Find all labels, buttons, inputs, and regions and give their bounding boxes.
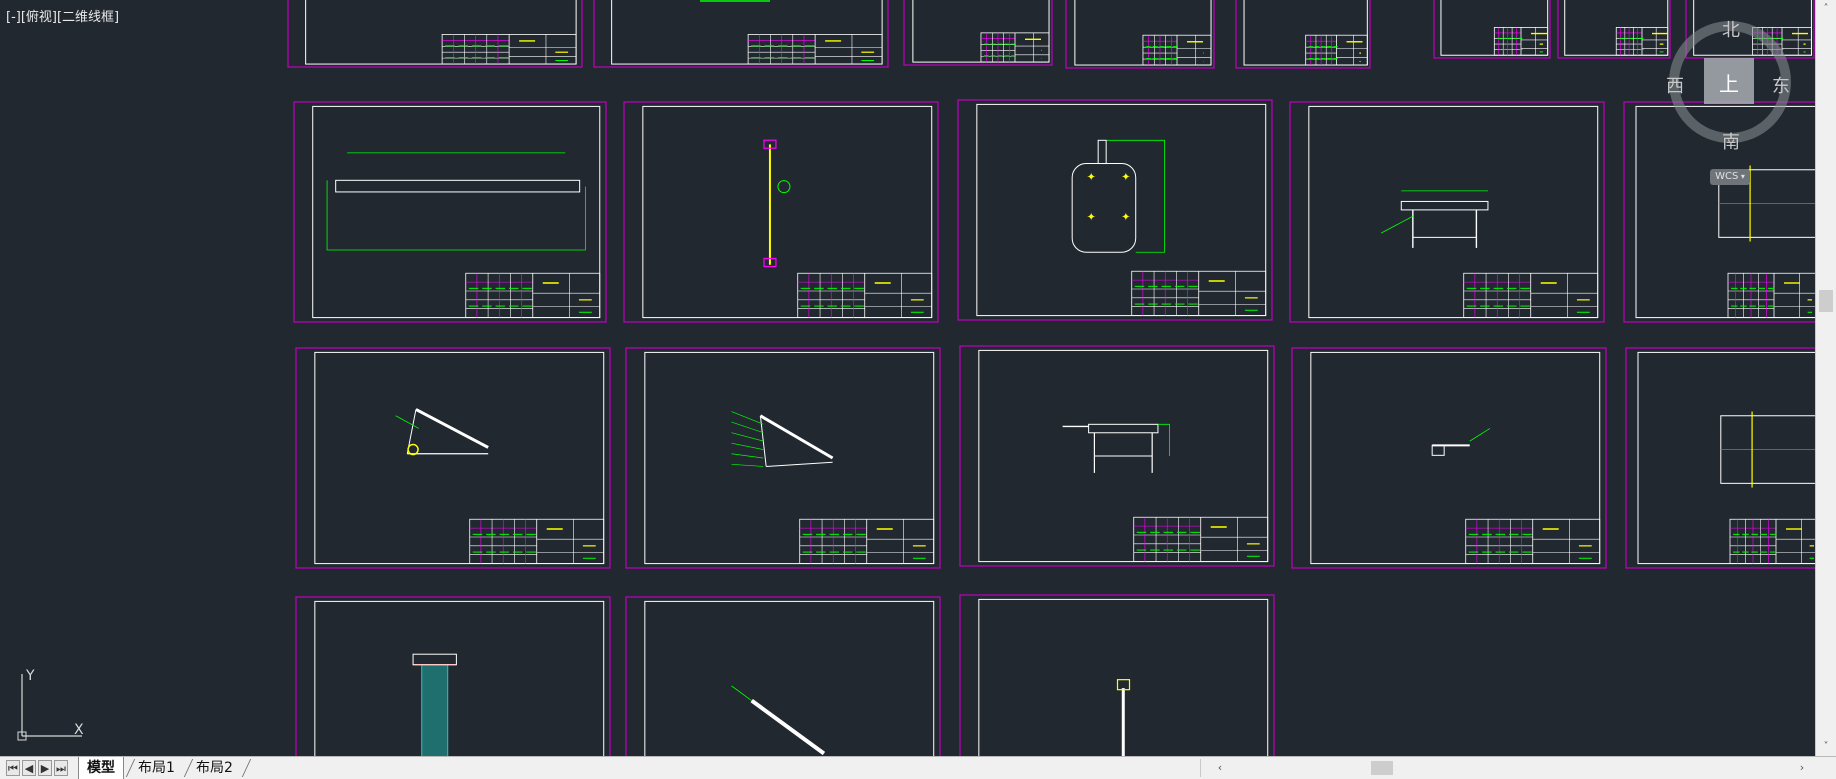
drawing-sheet [1289, 101, 1605, 323]
sheet-border [957, 99, 1273, 321]
sheet-frame [312, 105, 601, 319]
viewcube-north-label[interactable]: 北 [1722, 16, 1740, 42]
sheet-frame [314, 600, 605, 756]
drawing-sheet [293, 101, 607, 323]
sheet-frame [1637, 351, 1816, 565]
drawing-sheet [295, 596, 611, 756]
tab-model[interactable]: 模型 [78, 757, 124, 779]
drawing-sheet [959, 594, 1275, 756]
sheet-border [623, 101, 939, 323]
sheet-border [293, 101, 607, 323]
wcs-menu-button[interactable]: WCS ▾ [1710, 169, 1750, 185]
title-block [1729, 518, 1816, 564]
sheet-border [625, 347, 941, 569]
drawing-viewport[interactable]: ✦ ✦ ✦ ✦ [-][俯视][二维线框] Y X 北 上 西 东 南 WCS ▾ [0, 0, 1816, 756]
ucs-x-label: X [74, 722, 84, 738]
tab-separator [241, 759, 252, 777]
svg-text:✦: ✦ [1121, 211, 1130, 224]
drawing-sheet [287, 0, 583, 68]
viewcube-west-label[interactable]: 西 [1666, 72, 1684, 98]
sheet-border [1433, 0, 1551, 59]
drawing-sheet [1557, 0, 1671, 59]
sheet-border [1289, 101, 1605, 323]
wcs-label: WCS [1715, 171, 1739, 182]
vertical-scroll-thumb[interactable] [1819, 290, 1833, 312]
sheet-frame [314, 351, 605, 565]
viewcube-south-label[interactable]: 南 [1722, 128, 1740, 154]
sheet-frame [305, 0, 577, 65]
vertical-scrollbar[interactable]: ˄ ˅ [1815, 0, 1836, 756]
horizontal-scroll-thumb[interactable] [1371, 761, 1393, 775]
scroll-up-arrow[interactable]: ˄ [1816, 0, 1836, 18]
drawing-sheet [625, 596, 941, 756]
drawing-sheet: ✦ ✦ ✦ ✦ [957, 99, 1273, 321]
view-label[interactable]: [-][俯视][二维线框] [6, 6, 119, 25]
horizontal-scrollbar[interactable]: ‹ › [1200, 759, 1817, 777]
drawing-sheet [1291, 347, 1607, 569]
next-icon[interactable]: ▶ [38, 760, 52, 776]
tab-layout1[interactable]: 布局1 [130, 757, 183, 779]
ucs-icon: Y X [17, 668, 84, 741]
scroll-left-arrow[interactable]: ‹ [1211, 759, 1229, 777]
drawing-canvas[interactable]: ✦ ✦ ✦ ✦ [0, 0, 1816, 756]
prev-icon[interactable]: ◀ [22, 760, 36, 776]
viewcube-east-label[interactable]: 东 [1772, 72, 1790, 98]
drawing-sheet [903, 0, 1053, 66]
layout-tab-bar: ⏮ ◀ ▶ ⏭ 模型 布局1 布局2 ‹ › [0, 756, 1836, 779]
sheet-border [1291, 347, 1607, 569]
scroll-right-arrow[interactable]: › [1793, 759, 1811, 777]
tab-layout2[interactable]: 布局2 [188, 757, 241, 779]
sheet-frame [644, 600, 935, 756]
sheet-border [295, 596, 611, 756]
drawing-sheet [593, 0, 889, 68]
viewcube-top-label[interactable]: 上 [1719, 68, 1739, 97]
ucs-y-label: Y [25, 668, 35, 684]
svg-text:✦: ✦ [1087, 170, 1096, 183]
first-icon[interactable]: ⏮ [6, 760, 20, 776]
scrollbar-corner [1816, 757, 1836, 779]
drawing-sheet [959, 345, 1275, 567]
title-block [1727, 272, 1816, 318]
sheet-border [1557, 0, 1671, 59]
drawing-sheet [623, 101, 939, 323]
drawing-sheet [1625, 347, 1816, 569]
sheet-border [295, 347, 611, 569]
sheet-border [959, 594, 1275, 756]
svg-text:✦: ✦ [1121, 170, 1130, 183]
sheet-frame [1310, 351, 1601, 565]
drawing-sheet [1235, 0, 1371, 69]
drawing-sheet [1433, 0, 1551, 59]
scroll-down-arrow[interactable]: ˅ [1816, 738, 1836, 756]
svg-text:✦: ✦ [1087, 211, 1096, 224]
sheet-frame [1308, 105, 1599, 319]
drawing-sheet [295, 347, 611, 569]
last-icon[interactable]: ⏭ [54, 760, 68, 776]
drawing-sheet [625, 347, 941, 569]
viewcube[interactable]: 北 上 西 东 南 WCS ▾ [1660, 14, 1800, 185]
drawing-sheet [1065, 0, 1215, 69]
sheet-border [625, 596, 941, 756]
sheet-frame [611, 0, 883, 65]
sheet-frame [642, 105, 933, 319]
sheet-frame [644, 351, 935, 565]
